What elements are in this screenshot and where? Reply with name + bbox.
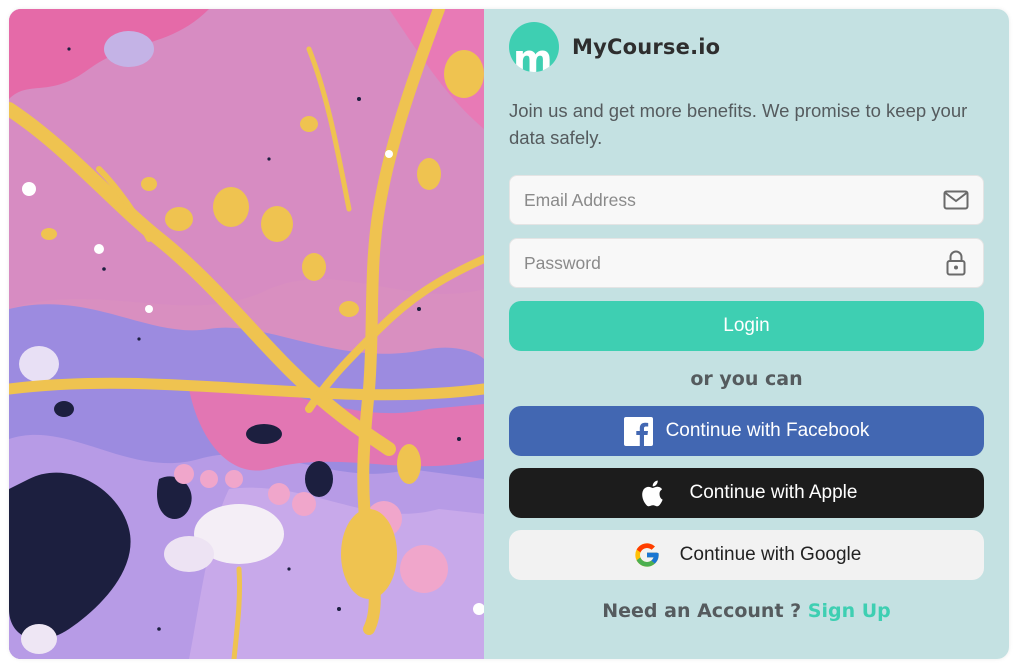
login-card: m MyCourse.io Join us and get more benef… (9, 9, 1009, 659)
brand-name: MyCourse.io (572, 35, 721, 59)
continue-apple-button[interactable]: Continue with Apple (509, 468, 984, 518)
continue-facebook-button[interactable]: Continue with Facebook (509, 406, 984, 456)
divider-text: or you can (690, 368, 803, 390)
brand-header: m MyCourse.io (509, 22, 989, 72)
signup-link[interactable]: Sign Up (808, 600, 891, 622)
signup-prompt-text: Need an Account ? (602, 600, 802, 622)
email-field[interactable] (509, 175, 984, 225)
password-input[interactable] (524, 252, 924, 274)
apple-icon (636, 478, 666, 508)
mail-icon (943, 187, 969, 213)
login-panel: m MyCourse.io Join us and get more benef… (484, 9, 1009, 659)
logo-letter: m (513, 37, 553, 72)
facebook-button-label: Continue with Facebook (665, 420, 870, 441)
google-button-label: Continue with Google (679, 544, 862, 565)
lock-icon (943, 250, 969, 276)
signup-prompt: Need an Account ? Sign Up (509, 600, 984, 622)
google-icon (632, 540, 662, 570)
login-button[interactable]: Login (509, 301, 984, 351)
facebook-icon (624, 416, 654, 446)
abstract-paint-image (9, 9, 484, 659)
tagline: Join us and get more benefits. We promis… (509, 100, 968, 148)
email-input[interactable] (524, 189, 924, 211)
continue-google-button[interactable]: Continue with Google (509, 530, 984, 580)
password-field[interactable] (509, 238, 984, 288)
apple-button-label: Continue with Apple (689, 482, 858, 503)
brand-logo: m (509, 22, 559, 72)
